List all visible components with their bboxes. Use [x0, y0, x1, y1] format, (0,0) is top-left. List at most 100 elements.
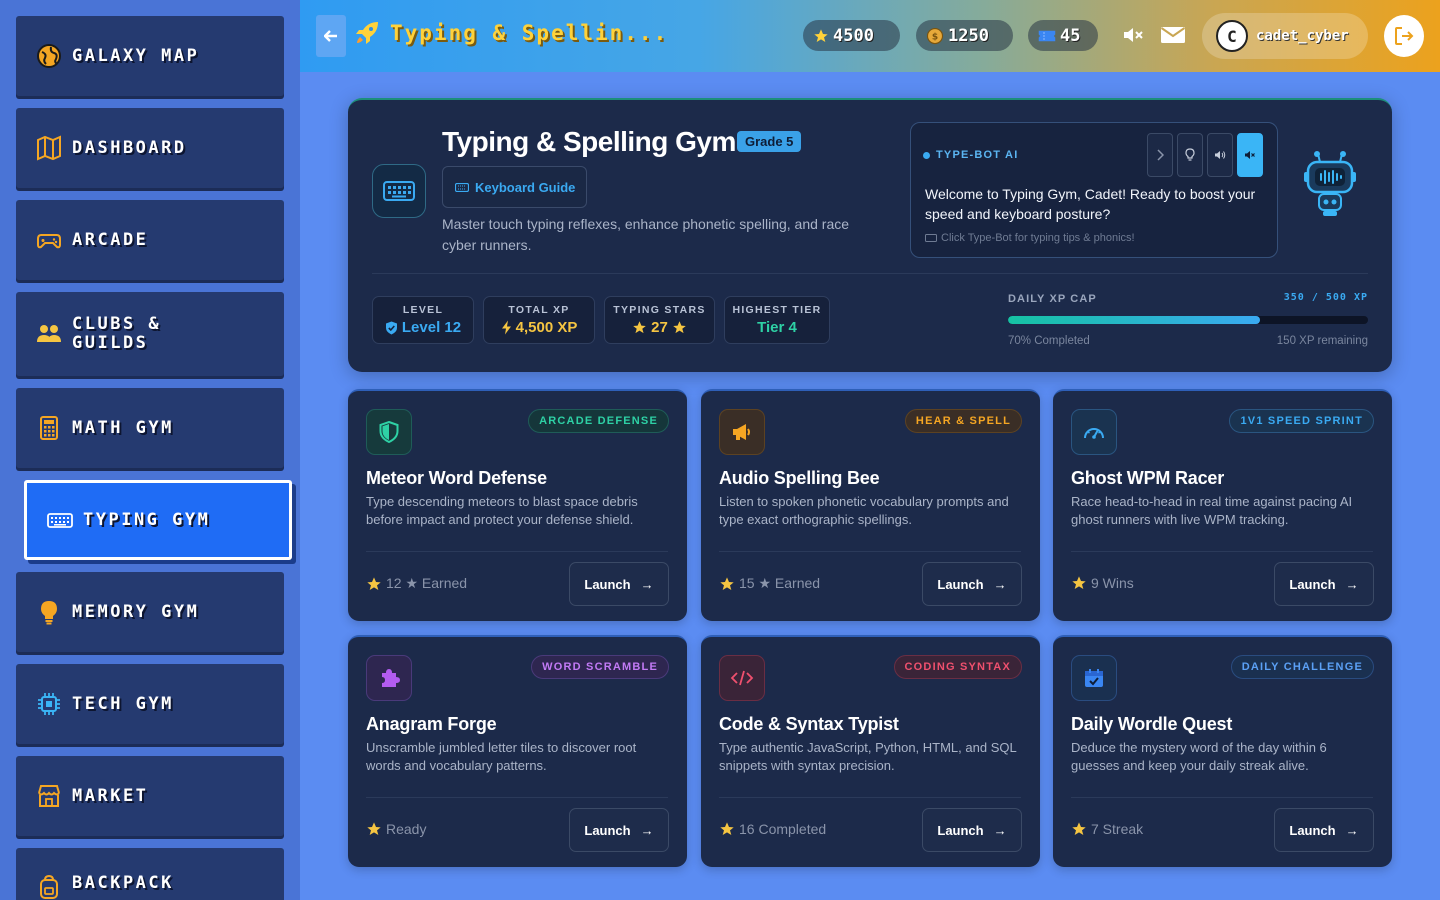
speedometer-icon — [1071, 409, 1117, 455]
game-title: Audio Spelling Bee — [719, 468, 880, 488]
code-icon — [719, 655, 765, 701]
game-description: Listen to spoken phonetic vocabulary pro… — [719, 494, 1009, 527]
typing-stars-stat: TYPING STARS 27 — [604, 296, 715, 344]
map-icon — [36, 135, 62, 161]
avatar: C — [1216, 20, 1248, 52]
mail-button[interactable] — [1160, 22, 1186, 48]
typebot-message: Welcome to Typing Gym, Cadet! Ready to b… — [925, 186, 1256, 222]
stat-value: 4,500 XP — [515, 319, 578, 336]
sidebar: GALAXY MAP DASHBOARD ARCADE CLUBS & GUIL… — [0, 0, 300, 900]
game-stat: Ready — [366, 821, 426, 837]
username: cadet_cyber — [1256, 28, 1349, 44]
sidebar-item-clubs-guilds[interactable]: CLUBS & GUILDS — [16, 292, 284, 376]
sidebar-item-arcade[interactable]: ARCADE — [16, 200, 284, 280]
stat-value: 27 — [651, 319, 668, 336]
launch-label: Launch — [937, 822, 984, 838]
gym-title: Typing & Spelling Gym — [442, 126, 736, 157]
launch-label: Launch — [1289, 822, 1336, 838]
keyboard-icon — [925, 234, 937, 242]
game-stat-text: 15 ★ Earned — [739, 575, 821, 591]
sidebar-item-galaxy-map[interactable]: GALAXY MAP — [16, 16, 284, 96]
gym-description: Master touch typing reflexes, enhance ph… — [442, 216, 850, 253]
mute-button[interactable] — [1120, 22, 1146, 48]
star-icon — [1072, 576, 1086, 589]
launch-button[interactable]: Launch → — [1274, 562, 1374, 606]
sidebar-item-memory-gym[interactable]: MEMORY GYM — [16, 572, 284, 652]
star-icon — [633, 321, 646, 334]
typebot-tip-button[interactable] — [1177, 133, 1203, 177]
keyboard-guide-button[interactable]: Keyboard Guide — [442, 166, 587, 208]
game-title: Anagram Forge — [366, 714, 497, 734]
robot-icon[interactable] — [1302, 150, 1358, 220]
launch-label: Launch — [584, 576, 631, 592]
tickets-value: 45 — [1060, 25, 1081, 46]
user-profile-button[interactable]: C cadet_cyber — [1202, 13, 1368, 59]
sidebar-item-label: BACKPACK — [72, 873, 174, 893]
typebot-hint-text: Click Type-Bot for typing tips & phonics… — [941, 232, 1135, 244]
game-stat: 12 ★ Earned — [366, 575, 467, 592]
typebot-mute-button[interactable] — [1237, 133, 1263, 177]
store-icon — [36, 783, 62, 809]
launch-button[interactable]: Launch → — [569, 808, 669, 852]
stat-value: Tier 4 — [757, 319, 797, 336]
game-stat-text: 16 Completed — [739, 821, 827, 837]
game-card-daily-wordle-quest: DAILY CHALLENGE Daily Wordle Quest Deduc… — [1053, 635, 1392, 867]
game-title: Ghost WPM Racer — [1071, 468, 1225, 488]
arrow-right-icon: → — [1345, 576, 1359, 592]
sidebar-item-math-gym[interactable]: MATH GYM — [16, 388, 284, 468]
coins-value: 1250 — [948, 25, 989, 46]
category-badge: CODING SYNTAX — [893, 655, 1022, 679]
stat-value-group: Tier 4 — [757, 319, 797, 336]
highest-tier-stat: HIGHEST TIER Tier 4 — [724, 296, 830, 344]
daily-xp-value: 350 / 500 XP — [1283, 292, 1368, 303]
game-description: Unscramble jumbled letter tiles to disco… — [366, 740, 637, 773]
stat-label: LEVEL — [402, 304, 444, 316]
sidebar-item-label: MARKET — [72, 785, 149, 806]
daily-xp-completed: 70% Completed — [1008, 335, 1090, 347]
calculator-icon — [36, 415, 62, 441]
back-button[interactable] — [316, 15, 346, 57]
divider — [719, 797, 1021, 798]
launch-button[interactable]: Launch → — [569, 562, 669, 606]
sidebar-item-dashboard[interactable]: DASHBOARD — [16, 108, 284, 188]
sidebar-item-market[interactable]: MARKET — [16, 756, 284, 836]
category-badge: DAILY CHALLENGE — [1230, 655, 1374, 679]
star-icon — [720, 822, 734, 835]
mail-icon — [1160, 27, 1186, 43]
sidebar-item-typing-gym[interactable]: TYPING GYM — [24, 480, 292, 560]
arrow-left-icon — [324, 30, 337, 42]
typebot-next-button[interactable] — [1147, 133, 1173, 177]
star-icon — [673, 321, 686, 334]
star-icon — [367, 576, 381, 590]
game-card-anagram-forge: WORD SCRAMBLE Anagram Forge Unscramble j… — [348, 635, 687, 867]
logout-button[interactable] — [1384, 15, 1424, 57]
sidebar-item-tech-gym[interactable]: TECH GYM — [16, 664, 284, 744]
game-card-audio-spelling-bee: HEAR & SPELL Audio Spelling Bee Listen t… — [701, 389, 1040, 621]
arrow-right-icon: → — [640, 822, 654, 838]
status-dot — [923, 151, 930, 159]
megaphone-icon — [719, 409, 765, 455]
level-stat: LEVEL Level 12 — [372, 296, 474, 344]
game-description: Type authentic JavaScript, Python, HTML,… — [719, 740, 1017, 773]
stat-label: TYPING STARS — [613, 304, 706, 316]
game-stat: 15 ★ Earned — [719, 575, 820, 592]
sidebar-item-backpack[interactable]: BACKPACK — [16, 848, 284, 900]
launch-button[interactable]: Launch → — [1274, 808, 1374, 852]
typebot-speak-button[interactable] — [1207, 133, 1233, 177]
launch-button[interactable]: Launch → — [922, 562, 1022, 606]
sidebar-item-label: TYPING GYM — [83, 509, 211, 530]
speaker-muted-icon — [1245, 151, 1255, 159]
stat-value-group: 4,500 XP — [501, 319, 578, 336]
launch-button[interactable]: Launch → — [922, 808, 1022, 852]
game-description: Deduce the mystery word of the day withi… — [1071, 740, 1327, 773]
star-icon — [1072, 822, 1086, 835]
keyboard-icon — [372, 164, 426, 218]
shield-icon — [366, 409, 412, 455]
game-card-code-syntax-typist: CODING SYNTAX Code & Syntax Typist Type … — [701, 635, 1040, 867]
chevron-right-icon — [1157, 149, 1164, 161]
stars-value: 4500 — [833, 25, 874, 46]
game-title: Daily Wordle Quest — [1071, 714, 1233, 734]
game-stat: 16 Completed — [719, 821, 826, 837]
star-icon — [367, 822, 381, 835]
launch-label: Launch — [1289, 576, 1336, 592]
